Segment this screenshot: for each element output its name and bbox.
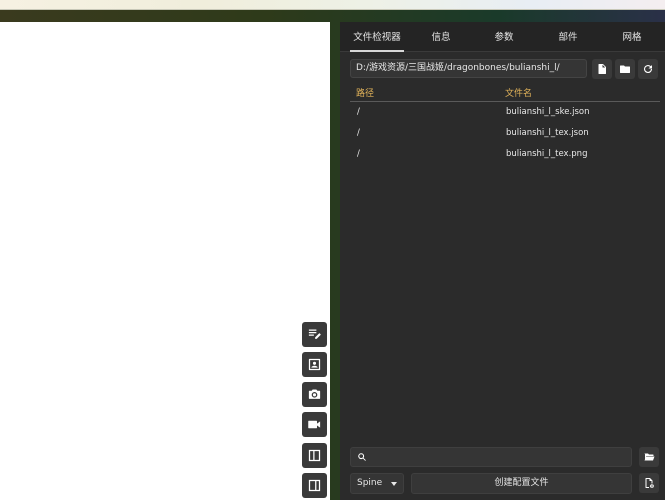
tab-parameters[interactable]: 参数 — [481, 22, 527, 52]
record-video-button[interactable] — [302, 412, 327, 437]
open-file-button[interactable] — [592, 59, 612, 79]
config-settings-button[interactable] — [639, 473, 659, 493]
row-filename: bulianshi_l_tex.png — [506, 149, 588, 159]
refresh-icon — [644, 65, 653, 74]
table-row[interactable]: / bulianshi_l_tex.json — [350, 124, 660, 144]
column-path: 路径 — [356, 89, 375, 99]
open-folder-button[interactable] — [615, 59, 635, 79]
refresh-button[interactable] — [638, 59, 658, 79]
row-filename: bulianshi_l_ske.json — [506, 107, 590, 117]
format-select[interactable]: Spine — [350, 473, 404, 494]
create-config-button[interactable]: 创建配置文件 — [411, 473, 632, 494]
inspector-panel: 文件检视器 信息 参数 部件 网格 D:/游戏资源/三国战姬/dragonbon… — [340, 22, 665, 500]
right-panel-icon — [308, 479, 321, 492]
row-path: / — [357, 128, 360, 138]
file-settings-icon — [645, 478, 655, 488]
file-table-header: 路径 文件名 — [350, 85, 660, 102]
tab-info[interactable]: 信息 — [418, 22, 464, 52]
row-filename: bulianshi_l_tex.json — [506, 128, 589, 138]
toggle-right-panel-button[interactable] — [302, 473, 327, 498]
chevron-down-icon — [391, 482, 397, 486]
column-filename: 文件名 — [505, 89, 533, 99]
videocam-icon — [308, 420, 321, 429]
edit-note-icon — [308, 329, 321, 339]
table-row[interactable]: / bulianshi_l_tex.png — [350, 145, 660, 165]
format-select-value: Spine — [357, 478, 383, 488]
camera-icon — [308, 389, 321, 399]
folder-icon — [620, 65, 630, 73]
tab-mesh[interactable]: 网格 — [609, 22, 655, 52]
tab-bar: 文件检视器 信息 参数 部件 网格 — [340, 22, 665, 52]
top-strip — [0, 0, 665, 10]
search-field[interactable] — [350, 447, 632, 467]
file-icon — [598, 64, 606, 74]
tab-file-viewer[interactable]: 文件检视器 — [346, 22, 408, 52]
portrait-button[interactable] — [302, 352, 327, 377]
search-icon — [358, 453, 366, 461]
edit-note-button[interactable] — [302, 322, 327, 347]
portrait-icon — [308, 358, 321, 371]
row-path: / — [357, 107, 360, 117]
left-panel-icon — [308, 449, 321, 462]
toggle-left-panel-button[interactable] — [302, 443, 327, 468]
browse-folder-button[interactable] — [639, 447, 659, 467]
table-row[interactable]: / bulianshi_l_ske.json — [350, 103, 660, 123]
tab-parts[interactable]: 部件 — [545, 22, 591, 52]
screenshot-button[interactable] — [302, 382, 327, 407]
row-path: / — [357, 149, 360, 159]
path-field[interactable]: D:/游戏资源/三国战姬/dragonbones/bulianshi_l/ — [350, 59, 587, 78]
preview-canvas[interactable] — [0, 22, 330, 500]
folder-open-icon — [644, 453, 655, 461]
